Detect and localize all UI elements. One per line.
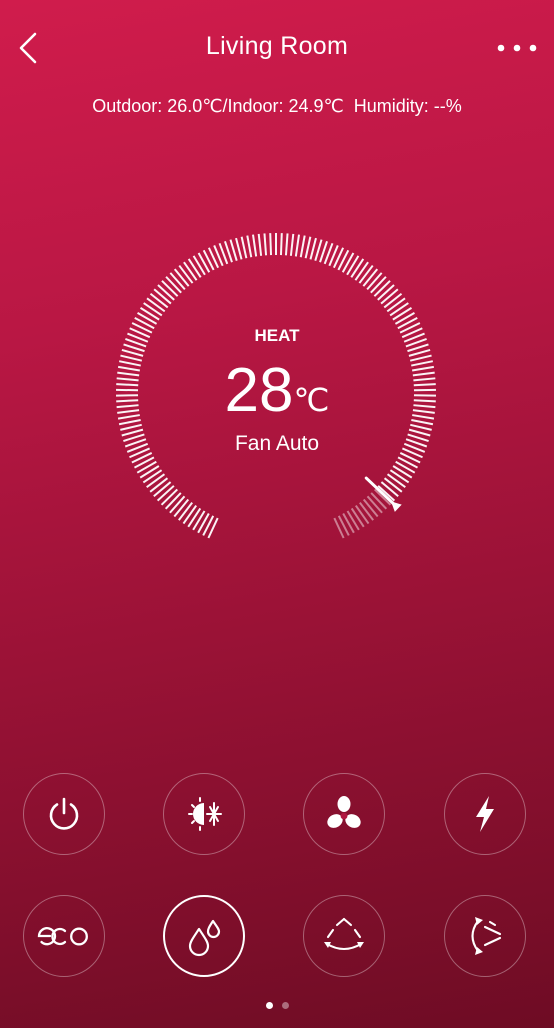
fan-status: Fan Auto	[234, 432, 320, 455]
sun-snowflake-icon	[188, 797, 222, 831]
mode-label: HEAT	[254, 326, 300, 345]
power-icon	[49, 797, 79, 830]
page-title: Living Room	[205, 32, 349, 60]
more-horizontal-icon	[497, 44, 537, 52]
swing-horizontal-button[interactable]	[444, 895, 526, 977]
dry-button[interactable]	[163, 895, 245, 977]
temperature-display: 28℃	[0, 355, 554, 426]
swing-horizontal-icon	[471, 917, 502, 955]
fan-icon	[327, 796, 361, 828]
outdoor-indoor-temperature: Outdoor: 26.0℃/Indoor: 24.9℃	[92, 96, 344, 116]
setpoint-marker-head	[390, 501, 402, 512]
temperature-unit: ℃	[293, 382, 330, 418]
humidity-value: Humidity: --%	[353, 96, 462, 116]
mode-button[interactable]	[163, 773, 245, 855]
swing-vertical-icon	[324, 917, 364, 951]
eco-button[interactable]	[23, 895, 105, 977]
page-dot-active[interactable]	[265, 1002, 273, 1009]
temperature-value: 28	[224, 356, 294, 425]
page-indicator	[0, 1002, 554, 1009]
page-dot[interactable]	[281, 1002, 289, 1009]
fan-speed-button[interactable]	[303, 773, 385, 855]
eco-icon	[37, 927, 88, 946]
climate-status: Outdoor: 26.0℃/Indoor: 24.9℃ Humidity: -…	[0, 96, 554, 117]
turbo-button[interactable]	[444, 773, 526, 855]
swing-button[interactable]	[303, 895, 385, 977]
lightning-icon	[476, 796, 494, 832]
power-button[interactable]	[23, 773, 105, 855]
more-button[interactable]	[492, 30, 542, 66]
water-drops-icon	[188, 919, 221, 957]
top-bar: Living Room	[0, 0, 554, 96]
